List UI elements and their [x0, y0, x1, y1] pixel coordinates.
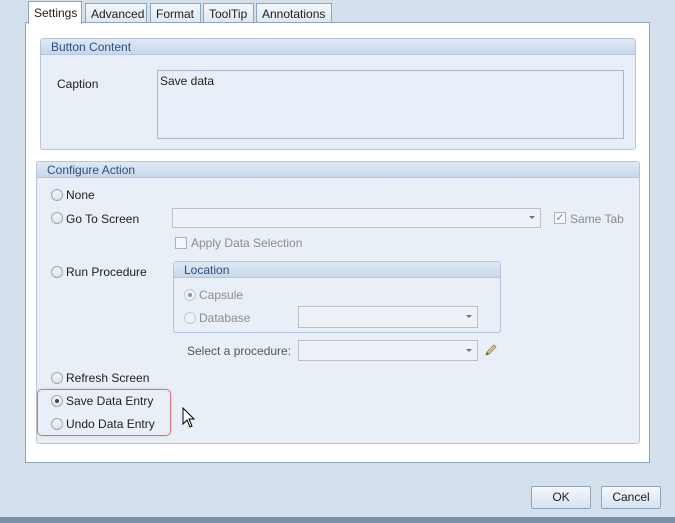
- pencil-icon[interactable]: [483, 342, 499, 358]
- ok-label: OK: [552, 490, 570, 504]
- none-radio[interactable]: [51, 189, 63, 201]
- save-data-entry-radio[interactable]: [51, 395, 63, 407]
- caption-input[interactable]: Save data: [157, 70, 624, 139]
- tab-settings-label: Settings: [34, 6, 78, 20]
- capsule-radio[interactable]: [184, 289, 196, 301]
- location-group: Location Capsule Database: [173, 261, 501, 333]
- go-to-screen-radio[interactable]: [51, 212, 63, 224]
- run-procedure-radio[interactable]: [51, 266, 63, 278]
- mouse-pointer-icon: [182, 407, 196, 428]
- tab-format-label: Format: [156, 7, 195, 21]
- configure-action-group: Configure Action None Go To Screen ✓ Sam…: [36, 161, 640, 444]
- run-procedure-label: Run Procedure: [66, 265, 147, 279]
- tab-tooltip[interactable]: ToolTip: [203, 3, 254, 23]
- screen-select[interactable]: [172, 208, 541, 228]
- cancel-button[interactable]: Cancel: [601, 486, 661, 509]
- settings-tab-page: Button Content Caption Save data Configu…: [25, 22, 650, 463]
- undo-data-entry-radio[interactable]: [51, 418, 63, 430]
- database-radio[interactable]: [184, 312, 196, 324]
- location-header: Location: [174, 262, 500, 278]
- cancel-label: Cancel: [612, 490, 650, 504]
- tab-annotations[interactable]: Annotations: [256, 3, 332, 23]
- refresh-screen-label: Refresh Screen: [66, 371, 150, 385]
- refresh-screen-radio[interactable]: [51, 372, 63, 384]
- caption-label: Caption: [57, 77, 99, 91]
- tab-annotations-label: Annotations: [262, 7, 326, 21]
- undo-data-entry-label: Undo Data Entry: [66, 417, 155, 431]
- save-data-entry-label: Save Data Entry: [66, 394, 154, 408]
- chevron-down-icon: [466, 315, 472, 318]
- tab-format[interactable]: Format: [150, 3, 201, 23]
- same-tab-checkbox[interactable]: ✓: [554, 212, 566, 224]
- database-select[interactable]: [298, 306, 478, 328]
- ok-button[interactable]: OK: [531, 486, 591, 509]
- go-to-screen-label: Go To Screen: [66, 212, 140, 226]
- tab-settings[interactable]: Settings: [28, 1, 82, 24]
- procedure-select[interactable]: [298, 340, 478, 361]
- tab-advanced-label: Advanced: [91, 7, 145, 21]
- chevron-down-icon: [466, 348, 472, 352]
- chevron-down-icon: [529, 216, 535, 219]
- same-tab-label: Same Tab: [570, 212, 624, 226]
- configure-action-header: Configure Action: [37, 162, 639, 178]
- caption-value: Save data: [160, 74, 215, 88]
- button-content-group: Button Content Caption Save data: [40, 38, 636, 150]
- database-label: Database: [199, 311, 251, 325]
- check-icon: ✓: [555, 212, 565, 224]
- tab-advanced[interactable]: Advanced: [85, 3, 147, 23]
- apply-data-selection-checkbox[interactable]: [175, 237, 187, 249]
- apply-data-selection-label: Apply Data Selection: [191, 236, 303, 250]
- window-bottom-border: [0, 517, 675, 523]
- select-procedure-label: Select a procedure:: [187, 344, 292, 358]
- tab-tooltip-label: ToolTip: [209, 7, 248, 21]
- button-content-header: Button Content: [41, 39, 635, 55]
- none-label: None: [66, 188, 95, 202]
- capsule-label: Capsule: [199, 288, 244, 302]
